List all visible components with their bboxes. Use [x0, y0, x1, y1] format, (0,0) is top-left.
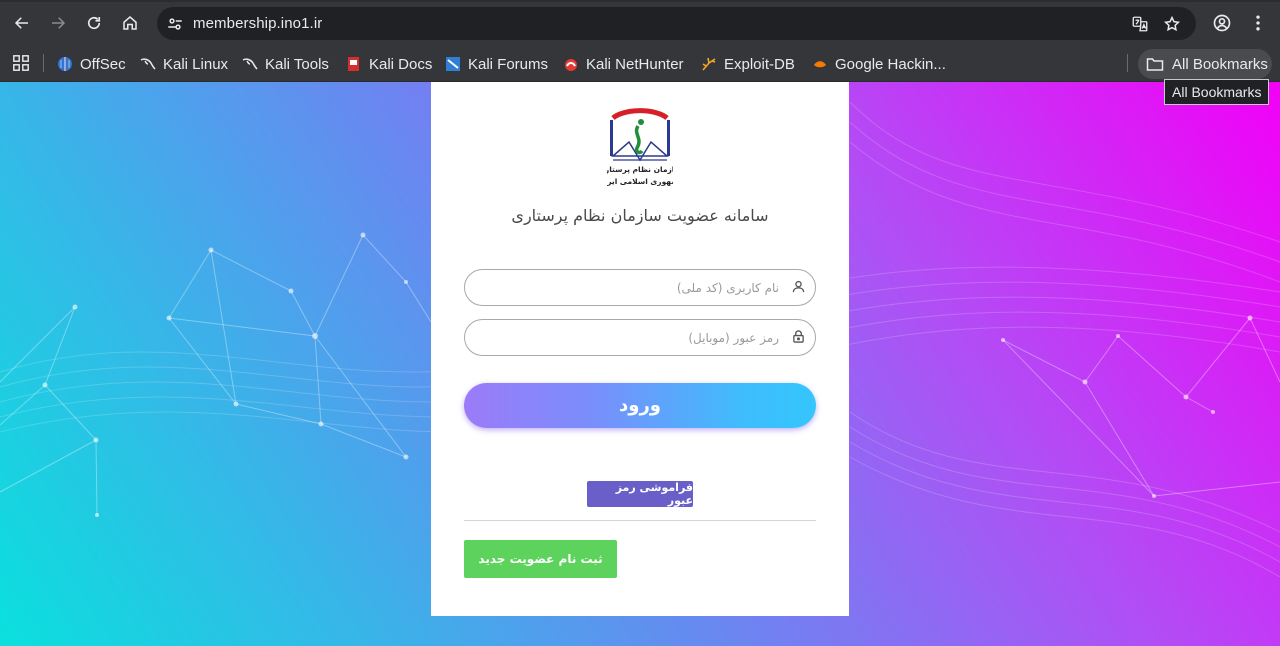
login-button[interactable]: ورود [464, 383, 816, 428]
page-title: سامانه عضویت سازمان نظام پرستاری [511, 206, 769, 225]
profile-button[interactable] [1210, 11, 1234, 35]
divider [464, 520, 816, 521]
arrow-right-icon [52, 17, 66, 29]
bookmark-label: OffSec [80, 55, 126, 73]
bookmark-label: Kali Tools [265, 55, 329, 73]
tab-strip-edge [0, 0, 1280, 2]
forgot-password-button[interactable]: فراموشی رمز عبور [587, 481, 693, 507]
browser-toolbar: membership.ino1.ir [0, 0, 1280, 46]
kali-dragon-icon [140, 56, 156, 72]
all-bookmarks-button[interactable]: All Bookmarks [1138, 49, 1272, 79]
arrow-left-icon [14, 17, 28, 29]
kali-dragon-icon [242, 56, 258, 72]
kebab-menu-icon [1256, 15, 1260, 31]
bookmark-kali-forums[interactable]: Kali Forums [445, 50, 548, 78]
bookmark-exploit-db[interactable]: Exploit-DB [701, 50, 795, 78]
bookmark-label: Kali NetHunter [586, 55, 684, 73]
nethunter-icon [563, 56, 579, 72]
bookmark-google-hacking[interactable]: Google Hackin... [812, 50, 946, 78]
offsec-icon [57, 56, 73, 72]
home-icon [123, 16, 137, 30]
all-bookmarks-tooltip: All Bookmarks [1164, 79, 1270, 105]
bookmark-star-icon[interactable] [1160, 12, 1184, 36]
reload-button[interactable] [82, 11, 106, 35]
bookmark-kali-linux[interactable]: Kali Linux [140, 50, 228, 78]
username-input[interactable] [479, 270, 779, 305]
url-text[interactable]: membership.ino1.ir [193, 15, 322, 32]
bookmarks-bar: OffSec Kali Linux Kali Tools Kali Docs K… [0, 46, 1280, 82]
page-viewport: سازمان نظام پرستاری جمهوری اسلامی ایران … [0, 82, 1280, 646]
bookmark-label: Kali Forums [468, 55, 549, 73]
forward-button[interactable] [46, 11, 70, 35]
kali-forums-icon [445, 56, 461, 72]
bookmark-offsec[interactable]: OffSec [57, 50, 126, 78]
bookmarks-separator [1127, 54, 1128, 72]
translate-icon[interactable] [1128, 12, 1152, 36]
logo-text-line1: سازمان نظام پرستاری [607, 165, 673, 174]
nursing-organization-logo: سازمان نظام پرستاری جمهوری اسلامی ایران [607, 108, 673, 186]
login-card: سازمان نظام پرستاری جمهوری اسلامی ایران … [431, 82, 849, 616]
password-field[interactable] [464, 319, 816, 356]
bookmark-kali-docs[interactable]: Kali Docs [346, 50, 432, 78]
bookmark-label: Exploit-DB [724, 55, 795, 73]
home-button[interactable] [118, 11, 142, 35]
back-button[interactable] [10, 11, 34, 35]
exploit-db-icon [701, 56, 717, 72]
bookmark-label: Google Hackin... [835, 55, 946, 73]
bookmark-kali-nethunter[interactable]: Kali NetHunter [563, 50, 684, 78]
folder-icon [1146, 56, 1164, 72]
ghdb-icon [812, 56, 828, 72]
lock-icon [791, 329, 805, 344]
bookmark-kali-tools[interactable]: Kali Tools [242, 50, 329, 78]
site-info-icon[interactable] [163, 12, 187, 36]
password-input[interactable] [479, 320, 779, 355]
logo-text-line2: جمهوری اسلامی ایران [607, 177, 673, 186]
all-bookmarks-label: All Bookmarks [1172, 55, 1268, 73]
bookmark-label: Kali Linux [163, 55, 229, 73]
menu-button[interactable] [1246, 11, 1270, 35]
username-field[interactable] [464, 269, 816, 306]
reload-icon [87, 16, 101, 30]
user-icon [791, 279, 805, 294]
profile-icon [1213, 14, 1231, 32]
bookmark-label: Kali Docs [369, 55, 433, 73]
address-bar[interactable]: membership.ino1.ir [157, 7, 1196, 40]
bookmarks-separator [43, 54, 44, 72]
register-button[interactable]: ثبت نام عضویت جدید [464, 540, 617, 578]
apps-grid-icon[interactable] [10, 52, 32, 74]
kali-docs-icon [346, 56, 362, 72]
